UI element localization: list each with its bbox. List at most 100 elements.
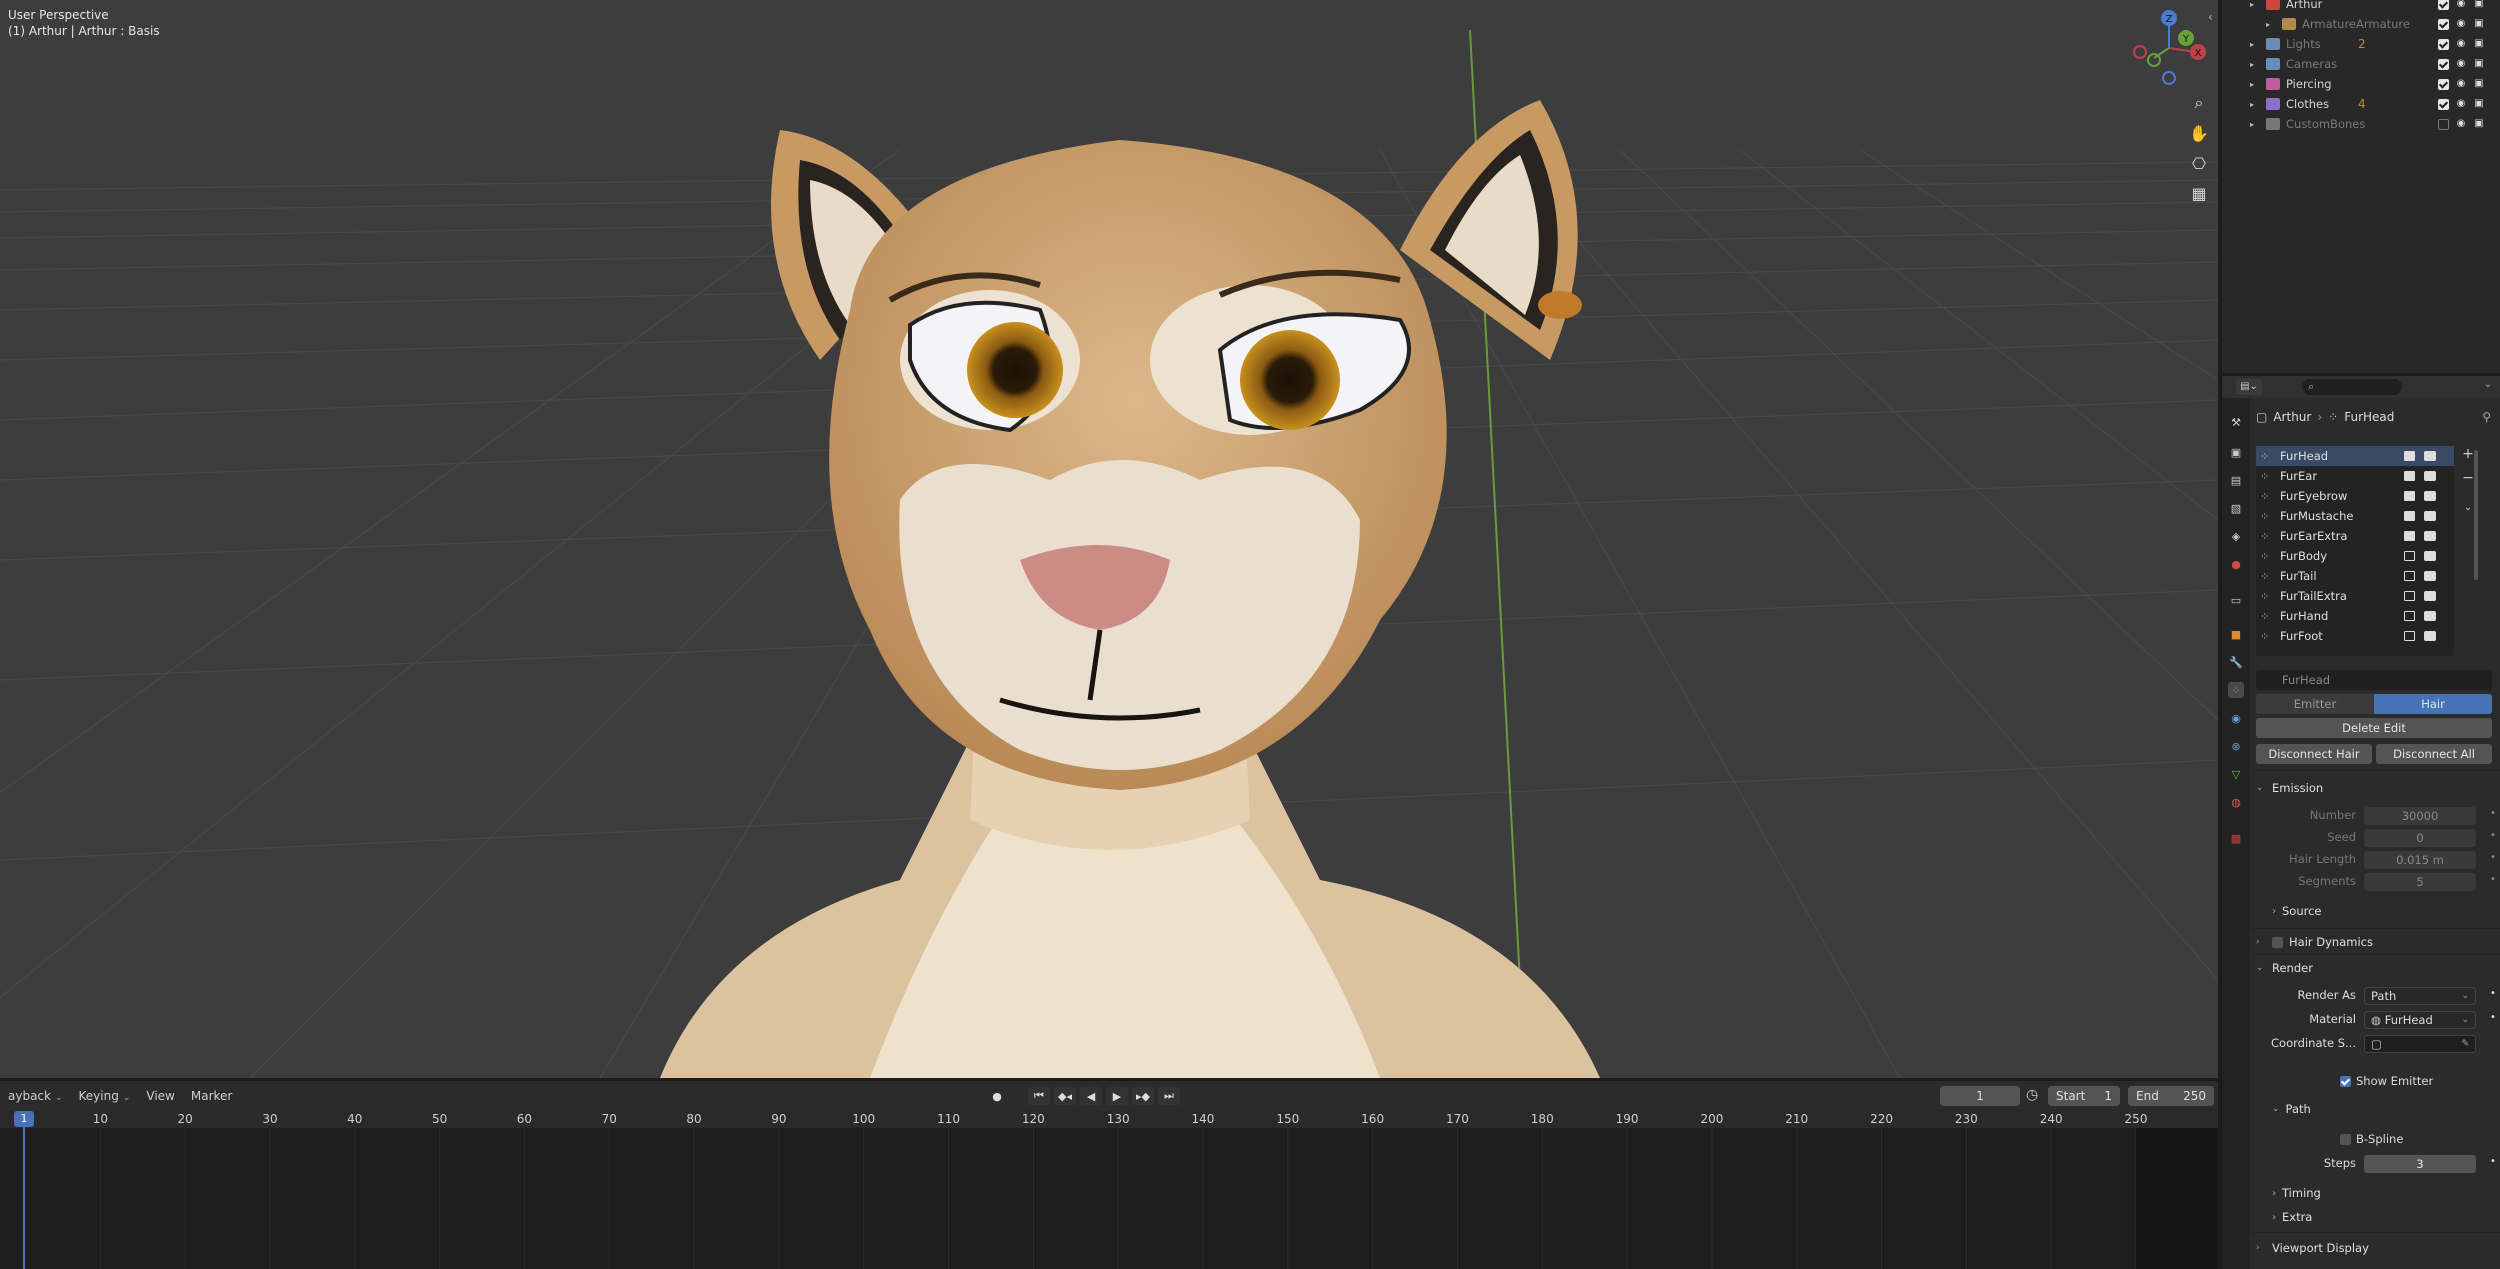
playhead-frame[interactable]: 1 (14, 1111, 34, 1127)
render-toggle-icon[interactable] (2424, 451, 2436, 461)
render-toggle-icon[interactable] (2424, 491, 2436, 501)
expand-arrow-icon[interactable]: ▸ (2250, 100, 2254, 109)
bspline-row[interactable]: B-Spline (2340, 1132, 2403, 1146)
constraints-tab-icon[interactable]: ⊗ (2228, 738, 2244, 754)
expand-arrow-icon[interactable]: ▸ (2250, 40, 2254, 49)
particles-tab-icon[interactable]: ⁘ (2228, 682, 2244, 698)
render-toggle-icon[interactable] (2424, 551, 2436, 561)
viewport-toggle-icon[interactable] (2404, 471, 2415, 481)
modifier-tab-icon[interactable]: 🔧 (2228, 654, 2244, 670)
object-tab-icon[interactable]: ■ (2228, 626, 2244, 642)
record-icon[interactable]: ● (986, 1087, 1008, 1105)
render-toggle-icon[interactable] (2424, 531, 2436, 541)
eye-icon[interactable]: ◉ (2455, 0, 2467, 10)
number-field[interactable]: 30000 (2364, 807, 2476, 825)
expand-arrow-icon[interactable]: ▸ (2250, 120, 2254, 129)
eye-icon[interactable]: ◉ (2455, 58, 2467, 70)
render-toggle-icon[interactable] (2424, 571, 2436, 581)
hair-dynamics-checkbox[interactable] (2272, 936, 2283, 948)
particle-system-item[interactable]: ⁘ FurFoot (2256, 626, 2454, 646)
particle-system-item[interactable]: ⁘ FurEyebrow (2256, 486, 2454, 506)
physics-tab-icon[interactable]: ◉ (2228, 710, 2244, 726)
playback-menu[interactable]: ayback ⌄ (0, 1089, 71, 1103)
properties-search-field[interactable]: ⌕ (2302, 379, 2402, 395)
camera-view-icon[interactable]: ⎔ (2186, 150, 2212, 176)
hand-pan-icon[interactable]: ✋ (2186, 120, 2212, 146)
viewport-toggle-icon[interactable] (2404, 491, 2415, 501)
camera-icon[interactable]: ▣ (2473, 118, 2485, 130)
emission-panel-header[interactable]: ⌄ Emission (2256, 778, 2496, 798)
emitter-tab[interactable]: Emitter (2256, 694, 2374, 714)
remove-icon[interactable]: − (2462, 470, 2474, 486)
viewport-toggle-icon[interactable] (2404, 611, 2415, 621)
expand-arrow-icon[interactable]: ▸ (2250, 0, 2254, 9)
scene-tab-icon[interactable]: ◈ (2228, 528, 2244, 544)
camera-icon[interactable]: ▣ (2473, 0, 2485, 10)
eyedropper-icon[interactable]: ✎ (2461, 1036, 2469, 1052)
outliner-row[interactable]: ▸ Piercing ◉ ▣ (2222, 74, 2500, 94)
particle-system-item[interactable]: ⁘ FurHand (2256, 606, 2454, 626)
expand-arrow-icon[interactable]: ▸ (2250, 60, 2254, 69)
viewport-toggle-icon[interactable] (2404, 551, 2415, 561)
viewport-toggle-icon[interactable] (2404, 571, 2415, 581)
render-toggle-icon[interactable] (2424, 591, 2436, 601)
camera-icon[interactable]: ▣ (2473, 58, 2485, 70)
playhead-line[interactable] (23, 1127, 25, 1269)
collection-tab-icon[interactable]: ▭ (2228, 592, 2244, 608)
eye-icon[interactable]: ◉ (2455, 98, 2467, 110)
3d-viewport[interactable]: User Perspective (1) Arthur | Arthur : B… (0, 0, 2218, 1078)
jump-start-icon[interactable]: ⏮ (1028, 1087, 1050, 1105)
play-icon[interactable]: ▶ (1106, 1087, 1128, 1105)
particle-system-item[interactable]: ⁘ FurTail (2256, 566, 2454, 586)
exclude-checkbox[interactable] (2438, 18, 2449, 30)
exclude-checkbox[interactable] (2438, 78, 2449, 90)
chevron-left-icon[interactable]: ‹ (2208, 10, 2213, 24)
disconnect-hair-button[interactable]: Disconnect Hair (2256, 744, 2372, 764)
extra-subpanel-header[interactable]: › Extra (2272, 1210, 2312, 1224)
timeline-area[interactable]: 10 20 30 40 50 60 70 80 90 100 110 120 130 140 150 160 1… (0, 1110, 2218, 1269)
current-frame-field[interactable]: 1 (1940, 1086, 2020, 1106)
frame-ruler[interactable]: 10 20 30 40 50 60 70 80 90 100 110 120 130 140 150 160 1… (0, 1110, 2218, 1128)
eye-icon[interactable]: ◉ (2455, 18, 2467, 30)
expand-arrow-icon[interactable]: ▸ (2266, 20, 2270, 29)
particle-settings-name[interactable]: FurHead (2256, 670, 2492, 690)
render-toggle-icon[interactable] (2424, 631, 2436, 641)
seed-field[interactable]: 0 (2364, 829, 2476, 847)
outliner-row[interactable]: ▸ Cameras ◉ ▣ (2222, 54, 2500, 74)
bspline-checkbox[interactable] (2340, 1133, 2351, 1145)
exclude-checkbox[interactable] (2438, 38, 2449, 50)
viewport-toggle-icon[interactable] (2404, 631, 2415, 641)
steps-field[interactable]: 3 (2364, 1155, 2476, 1173)
render-toggle-icon[interactable] (2424, 511, 2436, 521)
show-emitter-checkbox[interactable] (2340, 1075, 2351, 1087)
chevron-down-icon[interactable]: ⌄ (2464, 502, 2472, 513)
outliner-row[interactable]: ▸ CustomBones ◉ ▣ (2222, 114, 2500, 134)
outliner-row[interactable]: ▸ Arthur ◉ ▣ (2222, 0, 2500, 14)
disconnect-all-button[interactable]: Disconnect All (2376, 744, 2492, 764)
outliner-row[interactable]: ▸ ArmatureArmature ◉ ▣ (2222, 14, 2500, 34)
camera-icon[interactable]: ▣ (2473, 98, 2485, 110)
exclude-checkbox[interactable] (2438, 118, 2449, 130)
keying-menu[interactable]: Keying ⌄ (71, 1089, 139, 1103)
view-menu[interactable]: View (138, 1089, 182, 1103)
outliner-row[interactable]: ▸ Clothes 4 ◉ ▣ (2222, 94, 2500, 114)
jump-end-icon[interactable]: ⏭ (1158, 1087, 1180, 1105)
timing-subpanel-header[interactable]: › Timing (2272, 1186, 2321, 1200)
hair-dynamics-panel-header[interactable]: › Hair Dynamics (2256, 932, 2496, 952)
viewport-display-panel-header[interactable]: › Viewport Display (2256, 1238, 2496, 1258)
outliner-row[interactable]: ▸ Lights 2 ◉ ▣ (2222, 34, 2500, 54)
zoom-icon[interactable]: ⌕ (2186, 90, 2212, 116)
viewport-toggle-icon[interactable] (2404, 511, 2415, 521)
render-toggle-icon[interactable] (2424, 471, 2436, 481)
data-tab-icon[interactable]: ▽ (2228, 766, 2244, 782)
clock-icon[interactable]: ◷ (2026, 1087, 2044, 1105)
camera-icon[interactable]: ▣ (2473, 18, 2485, 30)
exclude-checkbox[interactable] (2438, 98, 2449, 110)
render-toggle-icon[interactable] (2424, 611, 2436, 621)
output-tab-icon[interactable]: ▤ (2228, 472, 2244, 488)
eye-icon[interactable]: ◉ (2455, 38, 2467, 50)
segments-field[interactable]: 5 (2364, 873, 2476, 891)
exclude-checkbox[interactable] (2438, 58, 2449, 70)
render-as-dropdown[interactable]: Path ⌄ (2364, 987, 2476, 1005)
add-icon[interactable]: + (2462, 446, 2474, 462)
